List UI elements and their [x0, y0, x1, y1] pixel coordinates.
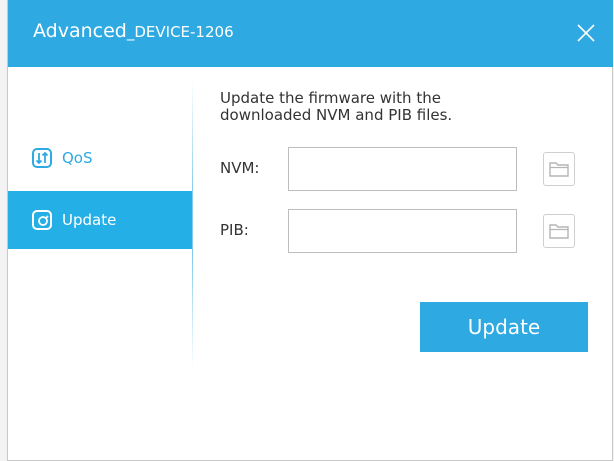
close-icon — [577, 24, 595, 42]
advanced-dialog: Advanced_DEVICE-1206 QoS Update Update t… — [7, 0, 613, 461]
nvm-row: NVM: — [220, 147, 600, 191]
sidebar-item-update[interactable]: Update — [8, 191, 192, 249]
pib-file-field[interactable] — [288, 209, 517, 253]
description-line: downloaded NVM and PIB files. — [220, 106, 453, 124]
update-icon — [32, 210, 52, 230]
description-line: Update the firmware with the — [220, 89, 441, 107]
title-bar: Advanced_DEVICE-1206 — [8, 0, 613, 67]
nvm-file-field[interactable] — [288, 147, 517, 191]
sidebar: QoS Update — [8, 67, 192, 460]
sidebar-item-qos[interactable]: QoS — [8, 129, 192, 187]
qos-icon — [32, 148, 52, 168]
folder-icon — [549, 162, 569, 177]
sidebar-item-label: Update — [62, 211, 117, 229]
pib-label: PIB: — [220, 221, 249, 239]
sidebar-divider — [192, 80, 193, 370]
pib-browse-button[interactable] — [543, 214, 575, 248]
title-device-name: _DEVICE-1206 — [126, 23, 234, 41]
sidebar-item-label: QoS — [62, 149, 93, 167]
nvm-browse-button[interactable] — [543, 152, 575, 186]
update-description: Update the firmware with the downloaded … — [220, 90, 600, 124]
pib-row: PIB: — [220, 209, 600, 253]
folder-icon — [549, 224, 569, 239]
nvm-label: NVM: — [220, 159, 260, 177]
title-prefix: Advanced — [33, 20, 127, 42]
update-button[interactable]: Update — [420, 302, 588, 352]
close-button[interactable] — [571, 18, 601, 48]
update-panel: Update the firmware with the downloaded … — [220, 90, 600, 253]
dialog-title: Advanced_DEVICE-1206 — [33, 18, 234, 45]
